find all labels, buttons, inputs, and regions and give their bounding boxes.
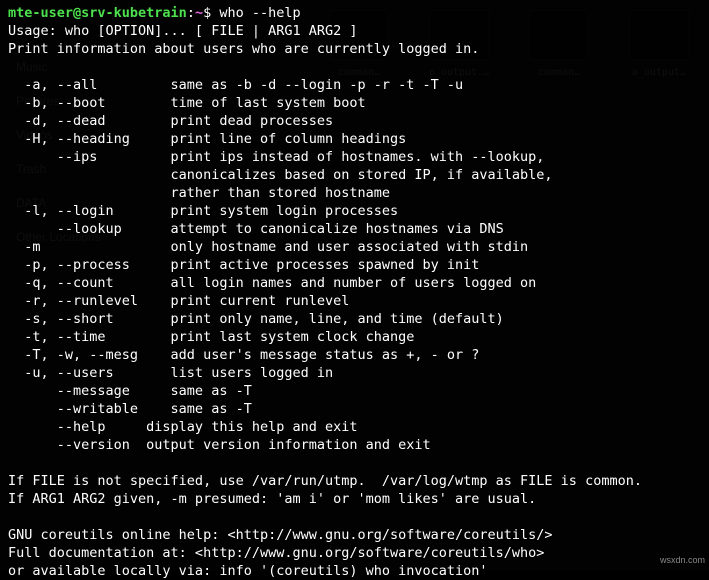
output-line: Usage: who [OPTION]... [ FILE | ARG1 ARG… <box>8 23 358 39</box>
output-line: -p, --process print active processes spa… <box>8 257 479 273</box>
prompt-user-host: mte-user@srv-kubetrain <box>8 5 187 21</box>
output-line: -s, --short print only name, line, and t… <box>8 311 504 327</box>
watermark: wsxdn.com <box>660 551 705 569</box>
output-line: If ARG1 ARG2 given, -m presumed: 'am i' … <box>8 491 536 507</box>
output-line: GNU coreutils online help: <http://www.g… <box>8 527 553 543</box>
output-line: --help display this help and exit <box>8 419 358 435</box>
output-line: -l, --login print system login processes <box>8 203 398 219</box>
output-line: -t, --time print last system clock chang… <box>8 329 414 345</box>
prompt-symbol: $ <box>203 5 211 21</box>
command-text: who --help <box>211 5 300 21</box>
output-line: -T, -w, --mesg add user's message status… <box>8 347 479 363</box>
prompt-colon: : <box>187 5 195 21</box>
terminal-window[interactable]: mte-user@srv-kubetrain:~$ who --help Usa… <box>0 0 709 571</box>
output-line: -b, --boot time of last system boot <box>8 95 366 111</box>
output-line: Full documentation at: <http://www.gnu.o… <box>8 545 544 561</box>
output-line: canonicalizes based on stored IP, if ava… <box>8 167 553 183</box>
output-line: -u, --users list users logged in <box>8 365 333 381</box>
output-line: -m only hostname and user associated wit… <box>8 239 528 255</box>
output-line: --message same as -T <box>8 383 252 399</box>
output-line: -a, --all same as -b -d --login -p -r -t… <box>8 77 463 93</box>
output-line: --version output version information and… <box>8 437 431 453</box>
output-line: --lookup attempt to canonicalize hostnam… <box>8 221 504 237</box>
prompt-path: ~ <box>195 5 203 21</box>
output-line: rather than stored hostname <box>8 185 390 201</box>
output-line: -H, --heading print line of column headi… <box>8 131 406 147</box>
output-line: --ips print ips instead of hostnames. wi… <box>8 149 544 165</box>
output-line: --writable same as -T <box>8 401 252 417</box>
output-line: Print information about users who are cu… <box>8 41 479 57</box>
output-line: If FILE is not specified, use /var/run/u… <box>8 473 642 489</box>
output-line: -d, --dead print dead processes <box>8 113 333 129</box>
output-line: -q, --count all login names and number o… <box>8 275 536 291</box>
output-line: or available locally via: info '(coreuti… <box>8 563 488 579</box>
output-line: -r, --runlevel print current runlevel <box>8 293 349 309</box>
